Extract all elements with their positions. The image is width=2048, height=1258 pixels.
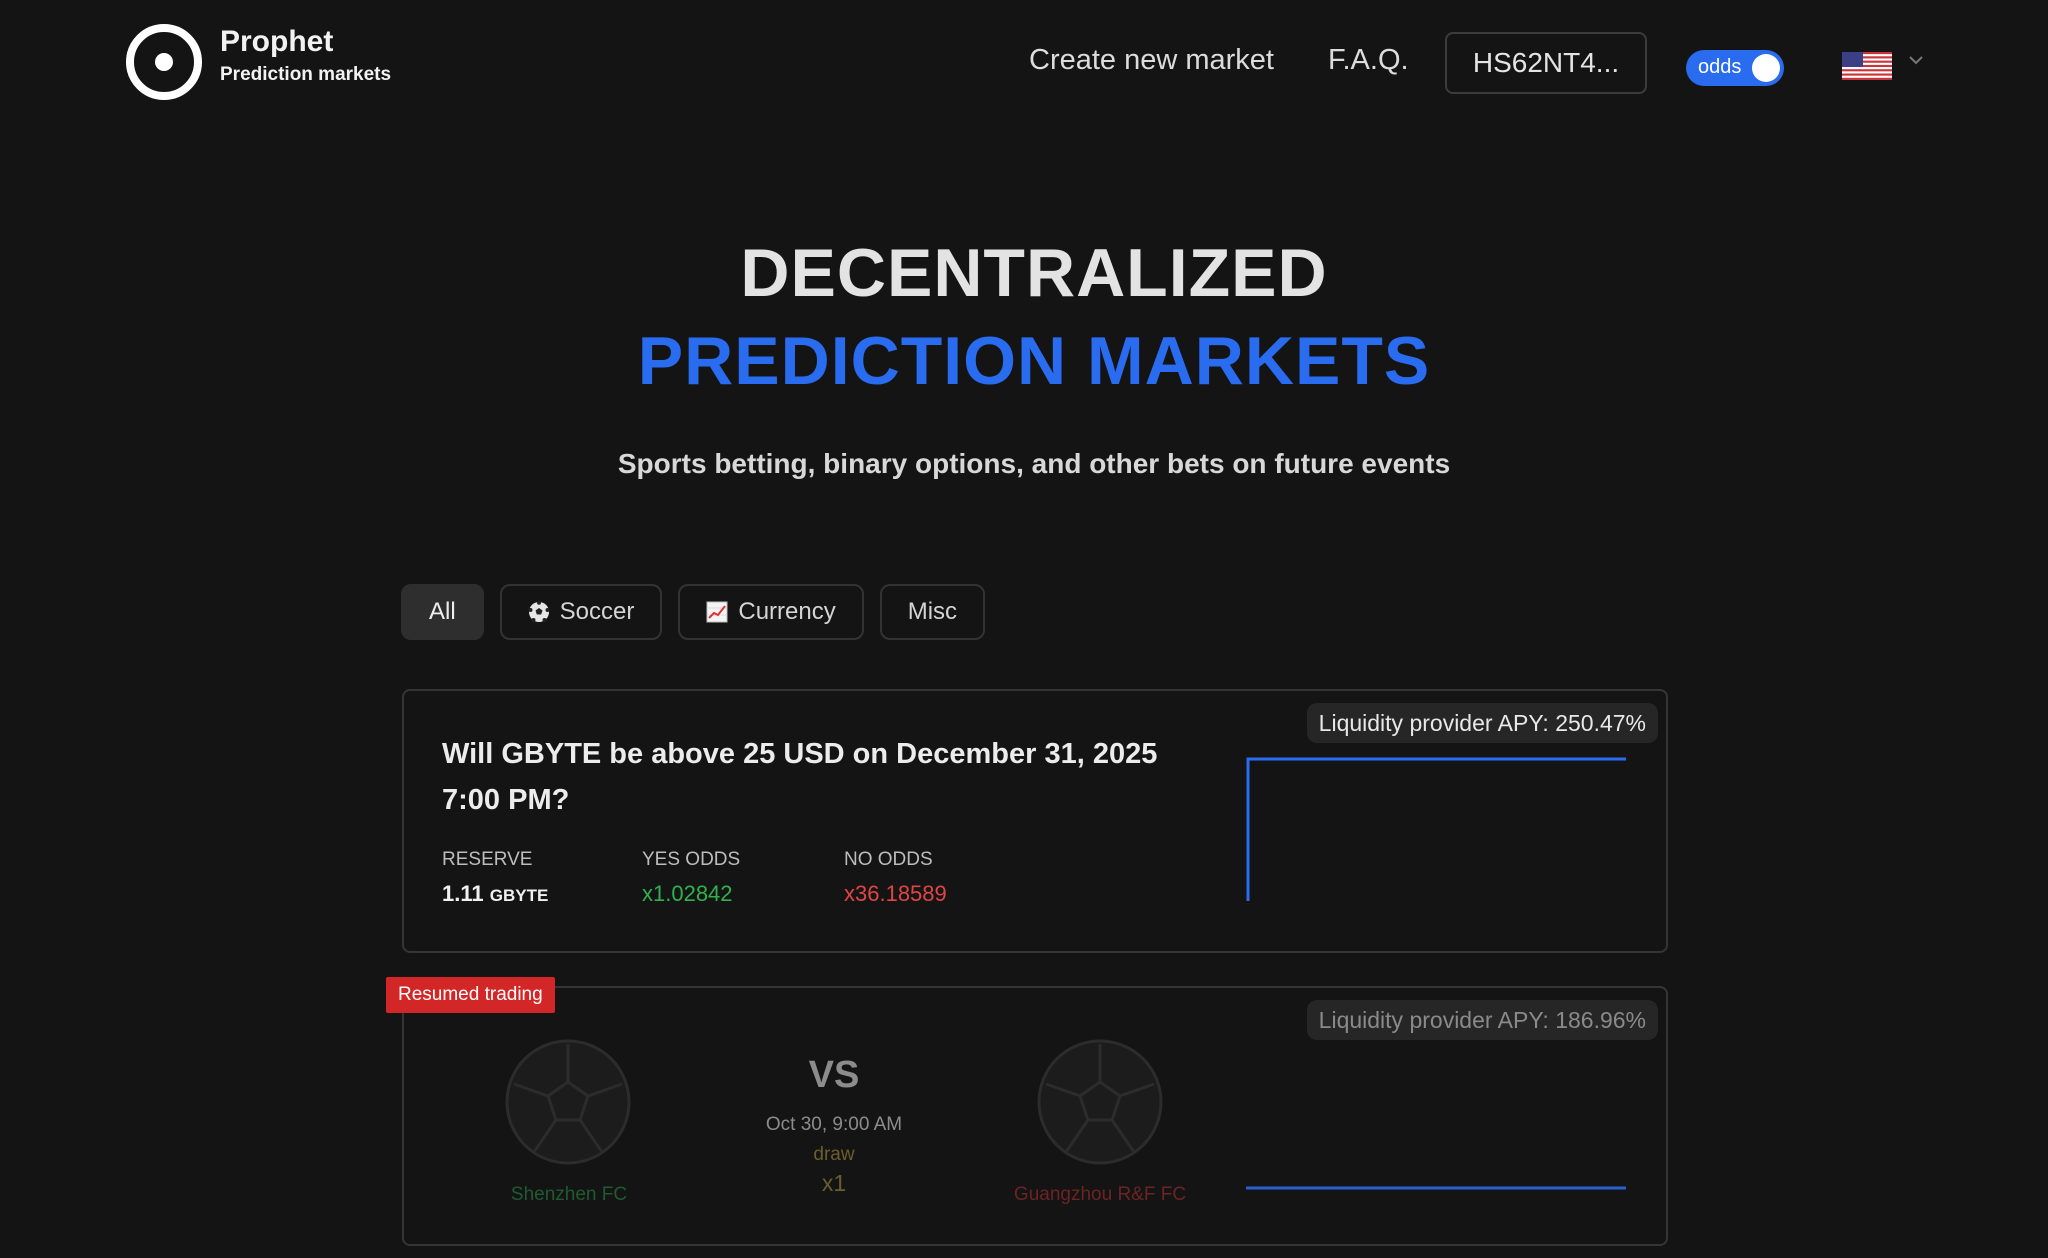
yes-odds-stat: YES ODDS x1.02842 <box>642 849 740 907</box>
draw-odds-value: x1 <box>821 1170 847 1196</box>
toggle-knob <box>1752 54 1780 82</box>
brand[interactable]: Prophet Prediction markets <box>220 24 391 86</box>
filter-all[interactable]: All <box>401 584 484 640</box>
filter-misc[interactable]: Misc <box>879 584 986 640</box>
chevron-down-icon[interactable] <box>1906 50 1926 70</box>
us-flag-icon[interactable] <box>1842 52 1892 80</box>
filter-currency[interactable]: Currency <box>678 584 864 640</box>
reserve-stat: RESERVE 1.11 GBYTE <box>442 849 548 907</box>
hero-title-line1: DECENTRALIZED <box>740 235 1328 311</box>
reserve-value: 1.11 GBYTE <box>442 881 548 907</box>
market-card[interactable]: Liquidity provider APY: 186.96% Shenzhen… <box>402 986 1668 1246</box>
wallet-address-button[interactable]: HS62NT4... <box>1445 32 1647 94</box>
no-odds-label: NO ODDS <box>844 849 933 870</box>
odds-toggle-label: odds <box>1698 56 1742 78</box>
category-filters: All Soccer Currency Misc <box>401 584 986 640</box>
reserve-amount: 1.11 <box>442 881 484 906</box>
price-sparkline <box>1246 757 1626 901</box>
home-team-logo-icon <box>505 1039 631 1165</box>
yes-odds-label: YES ODDS <box>642 849 741 870</box>
apy-badge: Liquidity provider APY: 186.96% <box>1306 1000 1658 1040</box>
market-card[interactable]: Liquidity provider APY: 250.47% Will GBY… <box>402 689 1668 953</box>
reserve-unit: GBYTE <box>489 886 549 905</box>
odds-toggle[interactable]: odds <box>1686 50 1784 86</box>
resumed-trading-badge: Resumed trading <box>386 977 555 1013</box>
filter-misc-label: Misc <box>907 598 958 625</box>
reserve-label: RESERVE <box>442 849 533 870</box>
filter-currency-label: Currency <box>738 598 836 625</box>
hero-subtitle: Sports betting, binary options, and othe… <box>617 448 1451 479</box>
draw-label: draw <box>813 1144 855 1165</box>
no-odds-value: x36.18589 <box>844 881 947 906</box>
faq-link[interactable]: F.A.Q. <box>1328 44 1409 77</box>
no-odds-stat: NO ODDS x36.18589 <box>844 849 947 907</box>
chart-up-icon <box>706 601 728 623</box>
hero-title-line2: PREDICTION MARKETS <box>637 323 1431 399</box>
filter-all-label: All <box>429 598 456 625</box>
prophet-logo-icon[interactable] <box>124 22 204 102</box>
filter-soccer-label: Soccer <box>559 598 635 625</box>
create-market-link[interactable]: Create new market <box>1029 44 1274 77</box>
brand-subtitle: Prediction markets <box>220 64 392 85</box>
yes-odds-value: x1.02842 <box>642 881 733 906</box>
match-time: Oct 30, 9:00 AM <box>765 1114 903 1135</box>
brand-title: Prophet <box>220 25 334 58</box>
sparkline-line <box>1246 757 1626 901</box>
away-team-name: Guangzhou R&F FC <box>1013 1184 1187 1205</box>
filter-soccer[interactable]: Soccer <box>499 584 663 640</box>
apy-badge: Liquidity provider APY: 250.47% <box>1306 703 1658 743</box>
price-sparkline <box>1246 1186 1626 1190</box>
away-team-logo-icon <box>1037 1039 1163 1165</box>
vs-label: VS <box>808 1054 860 1096</box>
market-question[interactable]: Will GBYTE be above 25 USD on December 3… <box>442 731 1222 823</box>
home-team-name: Shenzhen FC <box>510 1184 628 1205</box>
soccer-ball-icon <box>528 601 550 622</box>
